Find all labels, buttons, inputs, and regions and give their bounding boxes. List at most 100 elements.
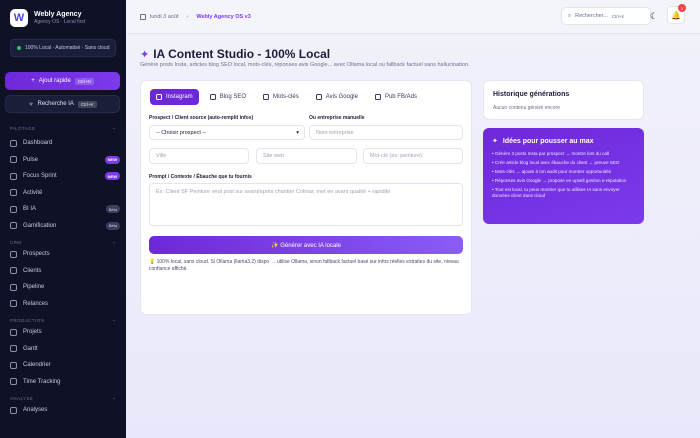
tab-avis-google[interactable]: Avis Google bbox=[310, 89, 364, 105]
sidebar-item-time-tracking[interactable]: Time Tracking bbox=[0, 374, 126, 391]
quick-add-button[interactable]: + Ajout rapide Ctrl+N bbox=[5, 72, 120, 90]
new-badge: NEW bbox=[104, 172, 120, 181]
history-empty-text: Aucun contenu généré encore bbox=[493, 105, 560, 111]
keyword-input[interactable]: Mot-clé (ex: peinture) bbox=[363, 148, 463, 164]
chevron-down-icon: ⌄ bbox=[111, 317, 116, 322]
gantt-icon bbox=[10, 345, 17, 353]
ideas-title: ✦ Idées pour pousser au max bbox=[492, 137, 594, 146]
instagram-icon bbox=[156, 94, 162, 100]
prompt-label: Prompt / Contexte / Ébauche que tu fourn… bbox=[149, 174, 252, 180]
local-status-pill: 100% Local · Automatisé · Sans cloud bbox=[10, 39, 116, 57]
manual-company-label: Ou entreprise manuelle bbox=[309, 115, 365, 121]
sidebar-item-focus-sprint[interactable]: Focus Sprint NEW bbox=[0, 168, 126, 185]
nav-section-analyse[interactable]: ANALYSE ⌄ bbox=[0, 394, 126, 402]
tag-icon bbox=[263, 94, 270, 100]
ai-search-button[interactable]: ✧ Recherche IA Ctrl+K bbox=[5, 95, 120, 113]
moon-icon[interactable]: ☾ bbox=[647, 9, 661, 23]
document-icon bbox=[209, 94, 216, 100]
nav-section-crm[interactable]: CRM ⌄ bbox=[0, 238, 126, 246]
users-icon bbox=[10, 250, 17, 258]
history-title: Historique générations bbox=[493, 91, 570, 98]
sidebar-item-prospects[interactable]: Prospects bbox=[0, 246, 126, 263]
sparkle-icon: ✦ bbox=[492, 138, 498, 145]
sidebar-item-projets[interactable]: Projets bbox=[0, 324, 126, 341]
chevron-down-icon: ⌄ bbox=[111, 239, 116, 244]
prospect-label: Prospect / Client source (auto-remplit i… bbox=[149, 115, 254, 121]
list-item: • Réponses avis Google → propose en upse… bbox=[492, 178, 627, 183]
company-name-input[interactable]: Nom entreprise bbox=[309, 125, 463, 140]
brand-name: Webly Agency bbox=[34, 11, 82, 18]
sidebar-item-relances[interactable]: Relances bbox=[0, 296, 126, 313]
beta-badge: Bêta bbox=[105, 221, 120, 230]
prompt-textarea[interactable]: Ex: Client SF Peinture veut post sur ava… bbox=[149, 183, 463, 226]
chart-icon bbox=[10, 205, 17, 213]
clock-icon bbox=[10, 378, 17, 386]
calendar-icon bbox=[10, 361, 17, 369]
pipeline-icon bbox=[10, 283, 17, 291]
sidebar-item-analyses[interactable]: Analyses bbox=[0, 402, 126, 419]
sidebar-item-gamification[interactable]: Gamification Bêta bbox=[0, 218, 126, 235]
global-search-button[interactable]: ⌕ Rechercher... Ctrl+K bbox=[561, 7, 651, 25]
dashboard-icon bbox=[10, 139, 17, 147]
focus-icon bbox=[10, 172, 17, 180]
sidebar-item-bi-ia[interactable]: BI IA Bêta bbox=[0, 201, 126, 218]
notification-count-badge: 1 bbox=[678, 4, 686, 12]
calendar-icon bbox=[140, 13, 146, 20]
sidebar-item-pipeline[interactable]: Pipeline bbox=[0, 279, 126, 296]
sidebar-item-pulse[interactable]: Pulse NEW bbox=[0, 152, 126, 169]
sparkle-icon: ✦ bbox=[140, 48, 150, 61]
list-item: • Mots-clés → ajoute à ton audit pour mo… bbox=[492, 169, 612, 174]
list-item: • Tout est local, tu peux montrer que tu… bbox=[492, 187, 620, 198]
analytics-icon bbox=[10, 406, 17, 414]
tab-instagram[interactable]: Instagram bbox=[150, 89, 199, 105]
sidebar-item-activite[interactable]: Activité bbox=[0, 185, 126, 202]
chevron-down-icon: ⌄ bbox=[111, 125, 116, 130]
app-version: Webly Agency OS v3 bbox=[196, 13, 251, 20]
brand-subtitle: Agency OS · Local first bbox=[34, 19, 86, 25]
city-input[interactable]: Ville bbox=[149, 148, 249, 164]
search-icon: ⌕ bbox=[568, 12, 572, 19]
tab-mots-cles[interactable]: Mots-clés bbox=[257, 89, 305, 105]
local-ai-note: 💡 100% local, sans cloud. Si Ollama (lla… bbox=[149, 259, 459, 272]
tab-pub-fb-ads[interactable]: Pub FB/Ads bbox=[369, 89, 423, 105]
main-content: ✦ IA Content Studio - 100% Local Génère … bbox=[126, 34, 700, 438]
generate-button[interactable]: ✨ Générer avec IA locale bbox=[149, 236, 463, 254]
ideas-card: ✦ Idées pour pousser au max • Génère 3 po… bbox=[483, 128, 644, 224]
briefcase-icon bbox=[10, 267, 17, 275]
nav-section-pilotage[interactable]: PILOTAGE ⌄ bbox=[0, 124, 126, 132]
page-title: ✦ IA Content Studio - 100% Local bbox=[140, 47, 331, 61]
sidebar-item-dashboard[interactable]: Dashboard bbox=[0, 135, 126, 152]
current-date: lundi 3 août bbox=[150, 13, 179, 20]
sidebar-item-gantt[interactable]: Gantt bbox=[0, 341, 126, 358]
plus-icon: + bbox=[31, 78, 35, 84]
activity-icon bbox=[10, 189, 17, 197]
topbar: lundi 3 août • Webly Agency OS v3 ⌕ Rech… bbox=[126, 0, 700, 34]
list-item: • Crée article blog local avec ébauche d… bbox=[492, 160, 620, 165]
sidebar-item-calendrier[interactable]: Calendrier bbox=[0, 357, 126, 374]
status-dot-icon bbox=[17, 46, 21, 50]
ideas-list: • Génère 3 posts Insta par prospect → mo… bbox=[492, 151, 638, 202]
website-input[interactable]: Site web bbox=[256, 148, 357, 164]
sidebar-item-clients[interactable]: Clients bbox=[0, 263, 126, 280]
breadcrumb: lundi 3 août • Webly Agency OS v3 bbox=[140, 13, 251, 20]
lightbulb-icon: 💡 bbox=[149, 259, 156, 265]
pulse-icon bbox=[10, 156, 17, 164]
history-card: Historique générations Aucun contenu gén… bbox=[483, 80, 644, 120]
folder-icon bbox=[10, 328, 17, 336]
brand-logo: W bbox=[10, 9, 28, 27]
content-type-tabs: Instagram Blog SEO Mots-clés Avis Google… bbox=[150, 89, 428, 105]
page-subtitle: Génère posts Insta, articles blog SEO lo… bbox=[140, 62, 470, 68]
nav-section-production[interactable]: PRODUCTION ⌄ bbox=[0, 316, 126, 324]
star-icon bbox=[315, 94, 322, 100]
new-badge: NEW bbox=[104, 155, 120, 164]
bell-icon: 🔔 bbox=[671, 10, 681, 20]
beta-badge: Bêta bbox=[105, 205, 120, 214]
tab-blog-seo[interactable]: Blog SEO bbox=[204, 89, 252, 105]
list-item: • Génère 3 posts Insta par prospect → mo… bbox=[492, 151, 610, 156]
bell-icon bbox=[10, 300, 17, 308]
chevron-down-icon: ▾ bbox=[296, 129, 299, 136]
sparkle-icon: ✧ bbox=[28, 101, 34, 108]
brand[interactable]: W Webly Agency Agency OS · Local first bbox=[0, 0, 126, 33]
sidebar: W Webly Agency Agency OS · Local first 1… bbox=[0, 0, 126, 438]
prospect-select[interactable]: -- Choisir prospect -- ▾ bbox=[149, 125, 305, 140]
